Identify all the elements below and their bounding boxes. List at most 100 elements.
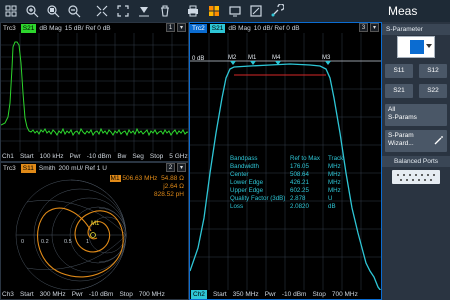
stop-label: Stop [312, 291, 326, 298]
marker-m3 [325, 61, 331, 65]
zoom-out-icon[interactable] [65, 2, 83, 20]
marker-m1 [250, 61, 256, 65]
fullscreen-icon[interactable] [247, 2, 265, 20]
power-value[interactable]: -10 dBm [87, 153, 112, 160]
start-value[interactable]: 100 kHz [40, 153, 64, 160]
sparam-selector[interactable] [397, 36, 435, 58]
marker-label-m1: M1 [248, 55, 257, 61]
all-sparams-button[interactable]: All S-Params [385, 104, 447, 126]
channel-label[interactable]: Ch2 [191, 290, 207, 299]
start-value[interactable]: 350 MHz [233, 291, 259, 298]
seg-label[interactable]: Seg [132, 153, 144, 160]
trace-name[interactable]: Trc2 [190, 23, 207, 33]
expand-icon[interactable] [114, 2, 132, 20]
sparam-selected[interactable] [410, 40, 424, 54]
trace-footer: Ch1 Start 100 kHz Pwr -10 dBm Bw Seg Sto… [1, 152, 188, 161]
trace-header: Trc3 S21 dB Mag 15 dB/ Ref 0 dB 1 ▾ [1, 23, 188, 33]
toolbar [0, 0, 382, 22]
smith-tick-1: 1 [86, 239, 89, 245]
display-icon[interactable] [226, 2, 244, 20]
windows-icon[interactable] [205, 2, 223, 20]
power-value[interactable]: -10 dBm [89, 291, 114, 298]
diagram-number[interactable]: 3 [359, 23, 368, 32]
settings-icon[interactable] [268, 2, 286, 20]
trace-pane-3[interactable]: Trc2 S21 dB Mag 10 dB/ Ref 0 dB 3 ▾ 0 dB… [189, 22, 382, 300]
trace-curve [1, 41, 188, 137]
marker-label-m4: M4 [272, 55, 281, 61]
fit-icon[interactable] [93, 2, 111, 20]
zoom-in-icon[interactable] [23, 2, 41, 20]
table-cell: MHz [328, 171, 341, 178]
power-label: Pwr [264, 291, 276, 298]
stop-label: Stop [149, 153, 164, 160]
marker-icon[interactable] [135, 2, 153, 20]
table-cell: Lower Edge [230, 179, 264, 186]
trace-pane-1[interactable]: Trc3 S21 dB Mag 15 dB/ Ref 0 dB 1 ▾ Ch1 … [0, 22, 189, 162]
trace-footer: Ch2 Start 350 MHz Pwr -10 dBm Stop 700 M… [190, 290, 381, 299]
chevron-down-icon[interactable]: ▾ [177, 23, 186, 32]
zoom-region-icon[interactable] [44, 2, 62, 20]
table-cell: Upper Edge [230, 187, 264, 194]
section-sparameter: S-Parameter [382, 24, 450, 35]
power-value[interactable]: -10 dBm [282, 291, 307, 298]
table-cell: 2.0820 [290, 203, 309, 210]
trace-param-badge[interactable]: S21 [209, 23, 226, 33]
selector-arrow-icon [426, 44, 432, 48]
table-cell: Ref to Max [290, 155, 320, 162]
s22-button[interactable]: S22 [419, 84, 447, 98]
trace-param-badge[interactable]: S11 [20, 163, 36, 173]
power-label: Pwr [69, 153, 81, 160]
print-icon[interactable] [184, 2, 202, 20]
table-cell: 426.21 [290, 179, 309, 186]
trace-plot[interactable] [1, 33, 189, 154]
channel-label[interactable]: Ch3 [2, 291, 14, 298]
smith-tick-05: 0.5 [64, 239, 72, 245]
s11-button[interactable]: S11 [385, 64, 413, 78]
table-cell: 2.878 [290, 195, 306, 202]
chevron-down-icon[interactable]: ▾ [177, 163, 186, 172]
channel-label[interactable]: Ch1 [2, 153, 14, 160]
trace-header: Trc3 S11 Smith 200 mU/ Ref 1 U 2 ▾ [1, 163, 188, 173]
power-label: Pwr [71, 291, 83, 298]
grid-icon[interactable] [2, 2, 20, 20]
magic-wand-icon [434, 136, 443, 145]
smith-chart[interactable]: M1 0 0.2 0.5 1 [1, 173, 189, 292]
trace-param-badge[interactable]: S21 [20, 23, 37, 33]
marker-label-m3: M3 [322, 55, 331, 61]
start-label: Start [19, 291, 34, 298]
start-value[interactable]: 300 MHz [40, 291, 66, 298]
diagram-number[interactable]: 2 [166, 163, 175, 172]
markers: M2 M1 M4 M3 [228, 55, 331, 65]
trace-name[interactable]: Trc3 [1, 164, 18, 173]
table-cell: MHz [328, 187, 341, 194]
s21-button[interactable]: S21 [385, 84, 413, 98]
smith-marker-label: M1 [91, 221, 100, 227]
trace-scale: 15 dB/ Ref 0 dB [64, 24, 111, 32]
smith-trace [37, 207, 124, 278]
start-label: Start [212, 291, 227, 298]
marker-label-m2: M2 [228, 55, 237, 61]
smith-tick-0: 0 [21, 239, 24, 245]
delete-icon[interactable] [156, 2, 174, 20]
table-cell: Track [328, 155, 344, 162]
balanced-ports-graphic[interactable] [392, 170, 440, 184]
stop-value[interactable]: 700 MHz [139, 291, 165, 298]
sparam-wizard-button[interactable]: S-Param Wizard... [385, 130, 447, 152]
trace-footer: Ch3 Start 300 MHz Pwr -10 dBm Stop 700 M… [1, 290, 188, 299]
trace-format: Smith [38, 164, 56, 172]
stop-value[interactable]: 700 MHz [332, 291, 358, 298]
trace-name[interactable]: Trc3 [1, 24, 18, 33]
table-cell: Quality Factor (3dB) [230, 195, 286, 202]
diagram-number[interactable]: 1 [166, 23, 175, 32]
smith-tick-02: 0.2 [41, 239, 49, 245]
bw-label[interactable]: Bw [117, 153, 126, 160]
trace-pane-2[interactable]: Trc3 S11 Smith 200 mU/ Ref 1 U 2 ▾ M1 50… [0, 162, 189, 300]
panel-title: Meas [382, 0, 450, 22]
s12-button[interactable]: S12 [419, 64, 447, 78]
reference-label: 0 dB [192, 56, 204, 62]
section-balanced-ports: Balanced Ports [382, 156, 450, 167]
table-cell: Loss [230, 203, 244, 210]
table-cell: 602.25 [290, 187, 309, 194]
stop-value[interactable]: 5 GHz [169, 153, 187, 160]
chevron-down-icon[interactable]: ▾ [370, 23, 379, 32]
